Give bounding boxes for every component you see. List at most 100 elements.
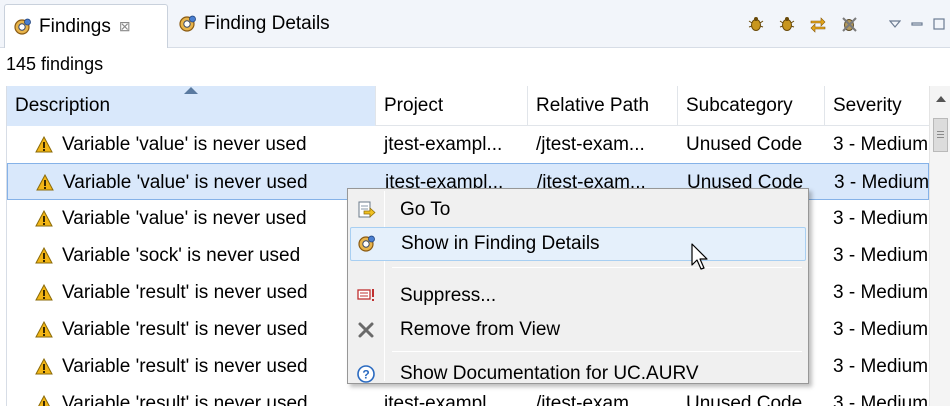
- cell-text: jtest-exampl...: [384, 392, 503, 406]
- menu-item-remove-from-view[interactable]: Remove from View: [350, 313, 806, 347]
- go-to-icon: [354, 198, 378, 222]
- cell-text: Variable 'sock' is never used: [62, 244, 301, 266]
- view-tab-bar: Findings ⊠ Finding Details: [0, 0, 950, 48]
- cell-text: Unused Code: [686, 133, 803, 155]
- warning-icon: [35, 357, 53, 374]
- context-menu: Go To Show in Finding Details Suppress... R…: [347, 188, 809, 384]
- cell-text: Variable 'result' is never used: [62, 355, 308, 377]
- menu-item-go-to[interactable]: Go To: [350, 193, 806, 227]
- menu-separator: [392, 351, 802, 352]
- cell-description: Variable 'result' is never used: [7, 311, 376, 348]
- menu-separator: [392, 267, 802, 268]
- cell-severity: 3 - Medium: [825, 200, 929, 237]
- menu-item-label: Go To: [400, 199, 451, 220]
- warning-icon: [35, 246, 53, 263]
- table-row[interactable]: Variable 'value' is never used jtest-exam…: [7, 126, 929, 163]
- help-icon: ?: [354, 362, 378, 386]
- column-header-label: Description: [15, 95, 111, 116]
- thumb-grip: [937, 131, 944, 132]
- cell-path: /jtest-exam...: [528, 126, 678, 163]
- cell-description: Variable 'result' is never used: [7, 274, 376, 311]
- cell-severity: 3 - Medium: [825, 348, 929, 385]
- menu-item-show-documentation-for-uc-aurv[interactable]: ? Show Documentation for UC.AURV: [350, 357, 806, 391]
- cell-text: jtest-exampl...: [384, 133, 503, 155]
- cell-description: Variable 'sock' is never used: [7, 237, 376, 274]
- bug-icon[interactable]: [773, 10, 801, 38]
- menu-item-show-in-finding-details[interactable]: Show in Finding Details: [350, 227, 806, 261]
- warning-icon: [35, 320, 53, 337]
- cell-text: 3 - Medium: [833, 244, 929, 266]
- tab-finding-details[interactable]: Finding Details: [170, 4, 360, 44]
- cell-severity: 3 - Medium: [826, 164, 930, 201]
- thumb-grip: [937, 137, 944, 138]
- menu-item-label: Show in Finding Details: [401, 233, 600, 254]
- cell-text: 3 - Medium: [833, 133, 929, 155]
- cell-text: Variable 'result' is never used: [62, 392, 308, 406]
- scroll-up-icon[interactable]: [930, 86, 950, 112]
- remove-icon: [354, 318, 378, 342]
- cell-subcategory: Unused Code: [678, 126, 825, 163]
- minimize-icon[interactable]: [906, 10, 928, 38]
- column-header-project[interactable]: Project: [376, 86, 528, 126]
- cell-text: 3 - Medium: [833, 355, 929, 377]
- cell-description: Variable 'result' is never used: [7, 385, 376, 406]
- view-toolbar: [742, 6, 950, 42]
- cell-description: Variable 'value' is never used: [8, 164, 377, 201]
- menu-item-label: Suppress...: [400, 285, 497, 306]
- column-header-label: Subcategory: [686, 95, 793, 116]
- cell-project: jtest-exampl...: [376, 126, 528, 163]
- remove-all-icon[interactable]: [835, 10, 863, 38]
- cell-text: Variable 'value' is never used: [62, 133, 307, 155]
- tab-finding-details-label: Finding Details: [204, 13, 330, 34]
- menu-item-suppress[interactable]: Suppress...: [350, 279, 806, 313]
- finding-details-icon: [179, 15, 196, 32]
- thumb-grip: [937, 134, 944, 135]
- mouse-cursor-icon: [691, 243, 708, 270]
- cell-severity: 3 - Medium: [825, 126, 929, 163]
- cell-text: Variable 'result' is never used: [62, 318, 308, 340]
- cell-severity: 3 - Medium: [825, 385, 929, 406]
- cell-text: 3 - Medium: [833, 281, 929, 303]
- close-icon[interactable]: ⊠: [119, 18, 131, 35]
- cell-description: Variable 'result' is never used: [7, 348, 376, 385]
- svg-text:?: ?: [362, 368, 369, 382]
- sync-icon[interactable]: [804, 10, 832, 38]
- table-header: Description Project Relative Path Subcat…: [7, 86, 929, 126]
- column-header-label: Severity: [833, 95, 902, 116]
- cell-text: 3 - Medium: [833, 207, 929, 229]
- column-header-relative-path[interactable]: Relative Path: [528, 86, 678, 126]
- findings-icon: [14, 18, 31, 35]
- finding-details-icon: [355, 232, 379, 256]
- scrollbar-thumb[interactable]: [933, 118, 948, 152]
- cell-severity: 3 - Medium: [825, 237, 929, 274]
- cell-text: /jtest-exam...: [536, 392, 645, 406]
- cell-text: 3 - Medium: [833, 318, 929, 340]
- cell-text: Variable 'result' is never used: [62, 281, 308, 303]
- cell-text: Variable 'value' is never used: [63, 171, 308, 193]
- cell-text: 3 - Medium: [834, 171, 930, 193]
- warning-icon: [35, 135, 53, 152]
- maximize-icon[interactable]: [928, 10, 950, 38]
- cell-text: Variable 'value' is never used: [62, 207, 307, 229]
- findings-count: 145 findings: [6, 54, 104, 74]
- warning-icon: [36, 173, 54, 190]
- column-header-description[interactable]: Description: [7, 86, 376, 126]
- tab-findings-label: Findings: [39, 15, 111, 37]
- cell-severity: 3 - Medium: [825, 274, 929, 311]
- warning-icon: [35, 209, 53, 226]
- warning-icon: [37, 394, 51, 406]
- tab-findings[interactable]: Findings ⊠: [4, 4, 168, 48]
- cell-severity: 3 - Medium: [825, 311, 929, 348]
- bug-icon[interactable]: [742, 10, 770, 38]
- cell-text: /jtest-exam...: [536, 133, 645, 155]
- column-header-label: Relative Path: [536, 95, 650, 116]
- sort-ascending-icon: [184, 87, 198, 94]
- suppress-icon: [354, 284, 378, 308]
- cell-text: Unused Code: [686, 392, 803, 406]
- menu-item-label: Remove from View: [400, 319, 561, 340]
- column-header-subcategory[interactable]: Subcategory: [678, 86, 825, 126]
- column-header-severity[interactable]: Severity: [825, 86, 929, 126]
- cell-description: Variable 'value' is never used: [7, 200, 376, 237]
- view-menu-icon[interactable]: [884, 10, 906, 38]
- vertical-scrollbar[interactable]: [929, 86, 950, 406]
